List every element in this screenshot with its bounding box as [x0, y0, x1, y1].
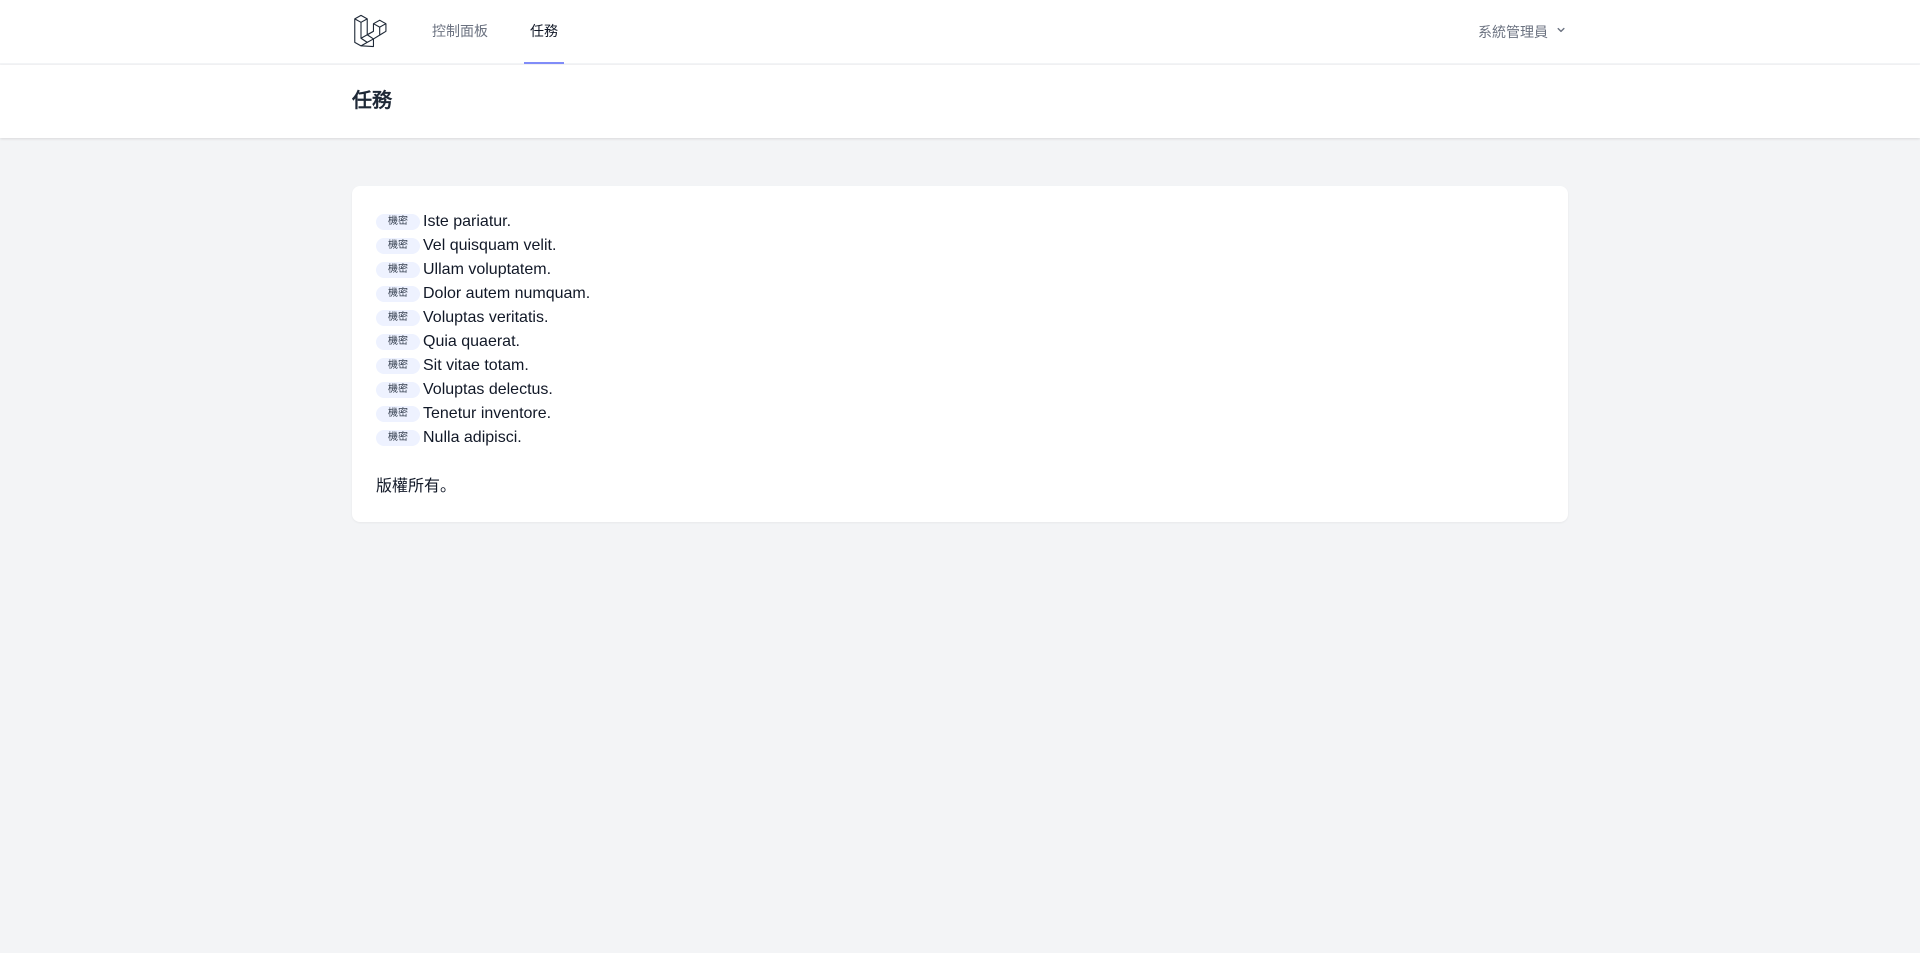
confidential-badge: 機密 — [376, 334, 420, 350]
confidential-badge: 機密 — [376, 358, 420, 374]
tasks-card: 機密 Iste pariatur. 機密 Vel quisquam velit.… — [352, 186, 1568, 522]
task-item: 機密 Sit vitae totam. — [376, 354, 1544, 378]
task-title: Voluptas delectus. — [423, 381, 553, 398]
confidential-badge: 機密 — [376, 238, 420, 254]
confidential-badge: 機密 — [376, 262, 420, 278]
task-title: Iste pariatur. — [423, 213, 512, 230]
page-header: 任務 — [0, 65, 1920, 138]
top-navigation-inner: 控制面板 任務 系統管理員 — [352, 0, 1568, 64]
task-title: Nulla adipisci. — [423, 429, 522, 446]
task-title: Vel quisquam velit. — [423, 237, 557, 254]
task-item: 機密 Nulla adipisci. — [376, 426, 1544, 450]
confidential-badge: 機密 — [376, 286, 420, 302]
top-navigation: 控制面板 任務 系統管理員 — [0, 0, 1920, 64]
nav-link-tasks[interactable]: 任務 — [524, 0, 564, 64]
confidential-badge: 機密 — [376, 214, 420, 230]
task-title: Voluptas veritatis. — [423, 309, 549, 326]
page-title: 任務 — [352, 90, 392, 112]
task-title: Tenetur inventore. — [423, 405, 552, 422]
nav-link-dashboard[interactable]: 控制面板 — [432, 0, 488, 64]
task-title: Ullam voluptatem. — [423, 261, 552, 278]
confidential-badge: 機密 — [376, 406, 420, 422]
task-item: 機密 Tenetur inventore. — [376, 402, 1544, 426]
task-list: 機密 Iste pariatur. 機密 Vel quisquam velit.… — [376, 210, 1544, 450]
user-menu-dropdown[interactable]: 系統管理員 — [1478, 0, 1568, 64]
task-title: Sit vitae totam. — [423, 357, 529, 374]
task-title: Dolor autem numquam. — [423, 285, 591, 302]
task-item: 機密 Voluptas veritatis. — [376, 306, 1544, 330]
chevron-down-icon — [1554, 1, 1568, 63]
task-item: 機密 Voluptas delectus. — [376, 378, 1544, 402]
confidential-badge: 機密 — [376, 382, 420, 398]
confidential-badge: 機密 — [376, 310, 420, 326]
task-item: 機密 Vel quisquam velit. — [376, 234, 1544, 258]
copyright-text: 版權所有。 — [376, 478, 457, 495]
laravel-logo-icon[interactable] — [352, 14, 388, 50]
user-name: 系統管理員 — [1478, 24, 1548, 40]
confidential-badge: 機密 — [376, 430, 420, 446]
task-item: 機密 Quia quaerat. — [376, 330, 1544, 354]
task-item: 機密 Iste pariatur. — [376, 210, 1544, 234]
task-item: 機密 Dolor autem numquam. — [376, 282, 1544, 306]
task-item: 機密 Ullam voluptatem. — [376, 258, 1544, 282]
task-title: Quia quaerat. — [423, 333, 520, 350]
